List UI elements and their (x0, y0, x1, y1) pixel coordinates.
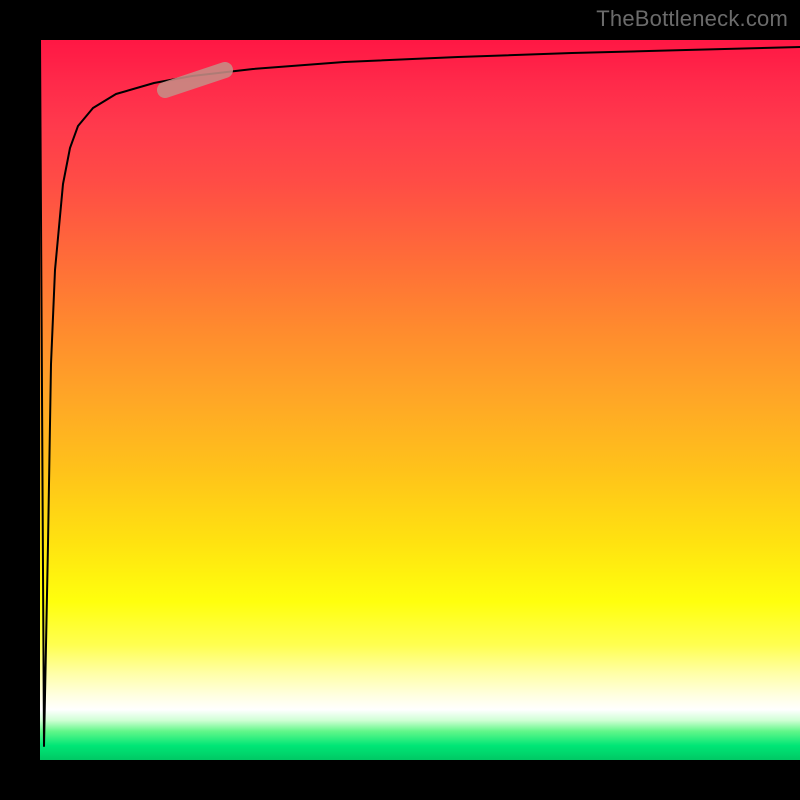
current-config-highlight (165, 70, 225, 90)
chart-frame: TheBottleneck.com (0, 0, 800, 800)
chart-svg (40, 40, 800, 760)
chart-plot-area (40, 40, 800, 760)
bottleneck-curve (40, 40, 800, 746)
watermark-text: TheBottleneck.com (596, 6, 788, 32)
